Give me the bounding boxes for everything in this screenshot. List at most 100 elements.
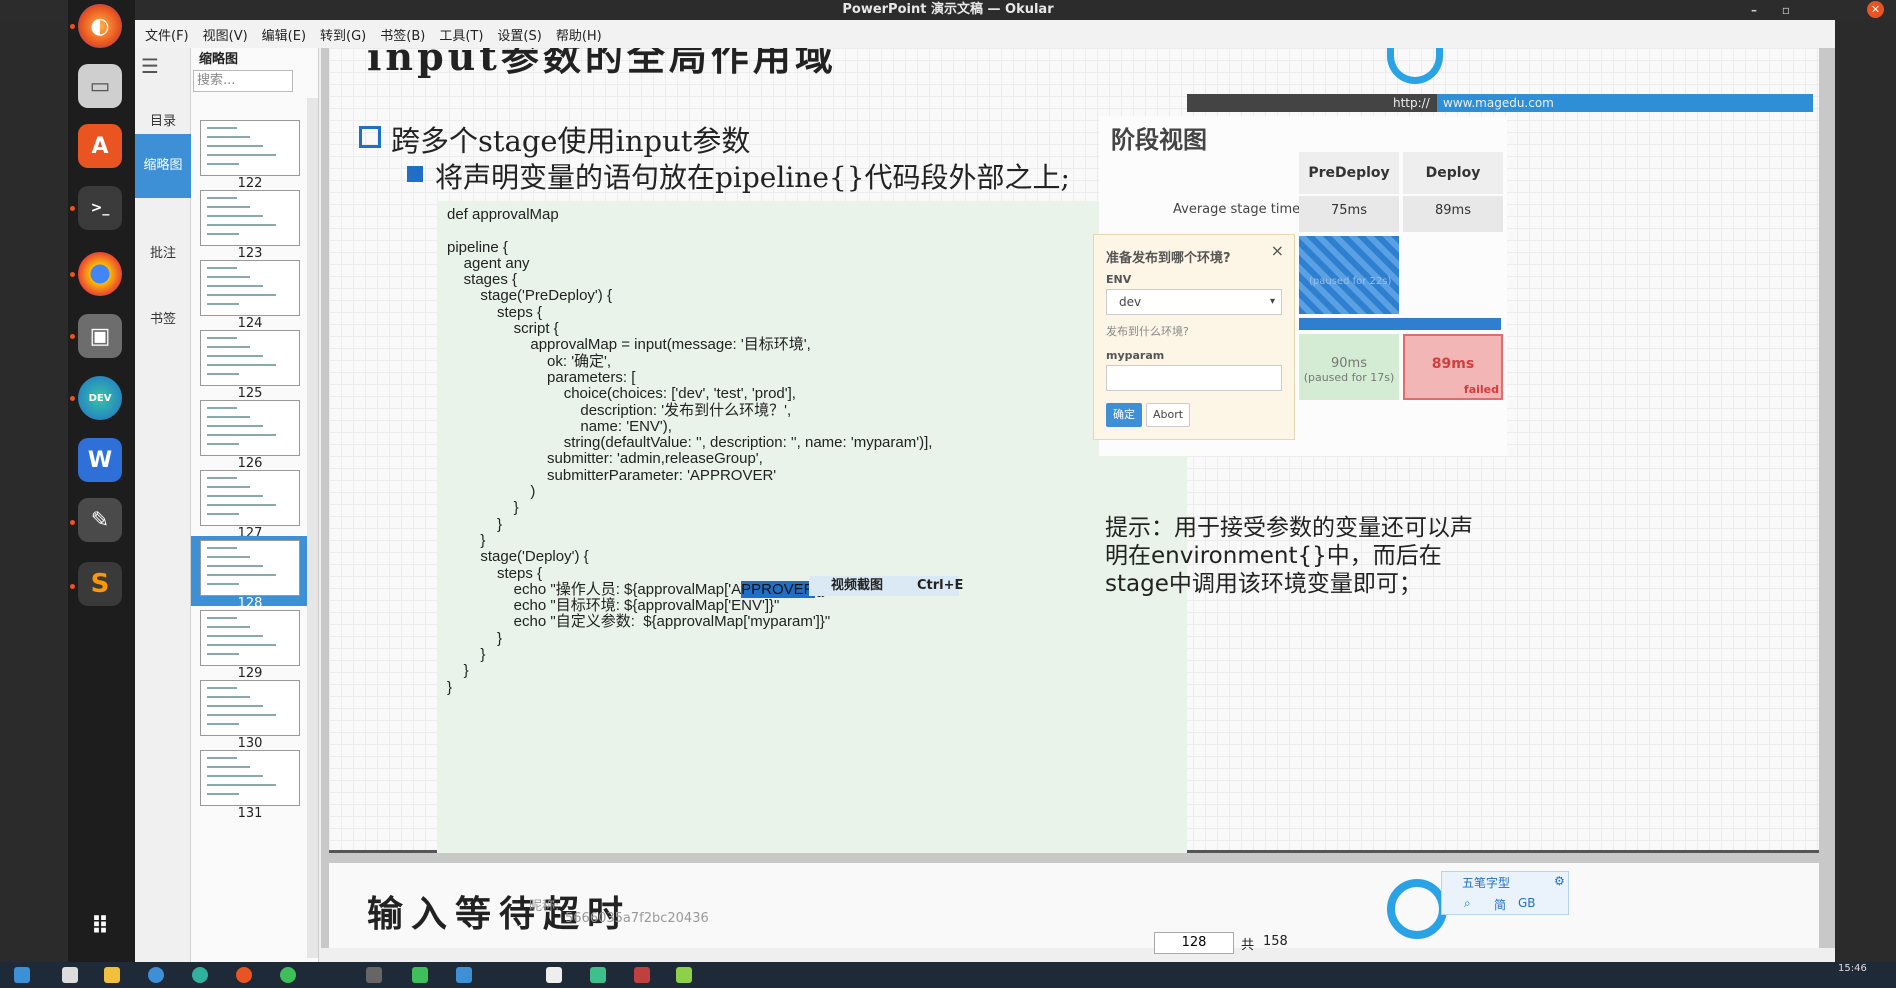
ime-gb[interactable]: GB	[1518, 896, 1536, 910]
taskbar-app-icon[interactable]	[676, 967, 692, 983]
menu-view[interactable]: 视图(V)	[203, 25, 248, 44]
dialog-close-icon[interactable]: ×	[1271, 241, 1284, 260]
taskbar-app-icon[interactable]	[456, 967, 472, 983]
app-grid-icon[interactable]: ⠿	[78, 904, 122, 948]
selected-text: PPROVER	[741, 580, 815, 598]
tooltip-video-screenshot[interactable]: 视频截图 Ctrl+E	[809, 576, 963, 596]
logo-url: http://	[1393, 96, 1430, 110]
ime-toolbar[interactable]: 五笔字型 ⚙ ⌕ 简 GB	[1441, 871, 1569, 915]
close-button[interactable]: ✕	[1867, 1, 1884, 18]
taskbar-app-icon[interactable]	[412, 967, 428, 983]
code-line: echo "自定义参数: ${approvalMap['myparam']}"	[447, 613, 831, 631]
taskbar-app-icon[interactable]	[546, 967, 562, 983]
hamburger-icon[interactable]: ☰	[141, 54, 159, 78]
code-block: def approvalMap pipeline { agent any stag…	[437, 201, 1187, 853]
ok-button[interactable]: 确定	[1106, 403, 1142, 427]
running-indicator	[70, 584, 75, 589]
clock: 15:46	[1838, 963, 1867, 974]
taskbar-app-icon[interactable]	[192, 967, 208, 983]
slide-128: input参数的全局作用域 http:// www.magedu.com 跨多个…	[329, 48, 1819, 853]
chrome-icon[interactable]	[78, 252, 122, 296]
menu-file[interactable]: 文件(F)	[145, 25, 189, 44]
document-viewer[interactable]: input参数的全局作用域 http:// www.magedu.com 跨多个…	[321, 48, 1835, 948]
taskbar-app-icon[interactable]	[366, 967, 382, 983]
thumbnail-page-124[interactable]: 124	[191, 256, 309, 331]
gear-icon[interactable]: ⚙	[1554, 874, 1565, 888]
running-indicator	[70, 334, 75, 339]
abort-button[interactable]: Abort	[1146, 403, 1190, 427]
thumbnail-page-130[interactable]: 130	[191, 676, 309, 751]
code-line: pipeline {	[447, 238, 508, 256]
software-store-icon[interactable]: A	[78, 124, 122, 168]
code-line: script {	[447, 320, 559, 338]
firefox-icon[interactable]: ◐	[78, 4, 122, 48]
thumbnail-page-129[interactable]: 129	[191, 606, 309, 681]
myparam-label: myparam	[1106, 349, 1165, 362]
maximize-button[interactable]: ▫	[1774, 0, 1798, 20]
taskbar-app-icon[interactable]	[62, 967, 78, 983]
bullet-square-filled-icon	[407, 166, 423, 182]
thumbnail-page-number: 131	[237, 806, 263, 821]
terminal-icon[interactable]: >_	[78, 186, 122, 230]
tab-contents[interactable]: 目录	[135, 110, 191, 129]
thumbnail-page-123[interactable]: 123	[191, 186, 309, 261]
minimize-button[interactable]: –	[1742, 0, 1766, 20]
taskbar-app-icon[interactable]	[634, 967, 650, 983]
thumb-search-input[interactable]: 搜索...	[193, 70, 293, 92]
code-line: approvalMap = input(message: '目标环境',	[447, 336, 811, 354]
code-line: ok: '确定',	[447, 352, 612, 370]
thumbnail-image	[200, 610, 300, 666]
taskbar-app-icon[interactable]	[148, 967, 164, 983]
wps-icon[interactable]: W	[78, 438, 122, 482]
stage-col-predeploy: PreDeploy	[1299, 152, 1399, 194]
tab-annotations[interactable]: 批注	[135, 242, 191, 261]
taskbar-app-icon[interactable]	[280, 967, 296, 983]
code-line: }	[447, 629, 503, 647]
tab-bookmarks[interactable]: 书签	[135, 308, 191, 327]
input-dialog: 准备发布到哪个环境? × ENV dev ▾ 发布到什么环境? myparam …	[1093, 234, 1295, 440]
tab-thumbnails[interactable]: 缩略图	[135, 134, 191, 198]
thumbnail-page-127[interactable]: 127	[191, 466, 309, 541]
running-indicator	[70, 24, 75, 29]
menubar: 文件(F) 视图(V) 编辑(E) 转到(G) 书签(B) 工具(T) 设置(S…	[135, 20, 1835, 48]
code-line: }	[447, 678, 453, 696]
env-select[interactable]: dev ▾	[1106, 289, 1282, 315]
panel-title: 缩略图	[199, 52, 239, 67]
files-icon[interactable]: ▭	[78, 64, 122, 108]
avg-deploy: 89ms	[1403, 196, 1503, 232]
bullet-2: 将声明变量的语句放在pipeline{}代码段外部之上;	[435, 161, 1070, 194]
edge-dev-icon[interactable]: DEV	[78, 376, 122, 420]
search-icon[interactable]: ⌕	[1464, 896, 1471, 911]
folder-icon[interactable]	[104, 967, 120, 983]
running-indicator	[70, 396, 75, 401]
menu-bookmarks[interactable]: 书签(B)	[380, 25, 425, 44]
menu-edit[interactable]: 编辑(E)	[262, 25, 306, 44]
start-icon[interactable]	[14, 967, 30, 983]
thumbnail-page-126[interactable]: 126	[191, 396, 309, 471]
thumbnail-page-131[interactable]: 131	[191, 746, 309, 821]
okular-icon[interactable]: ✎	[78, 498, 122, 542]
thumbnail-page-122[interactable]: 122	[191, 116, 309, 191]
myparam-input[interactable]	[1106, 365, 1282, 391]
code-line: description: '发布到什么环境？',	[447, 401, 792, 419]
thumbnail-page-128[interactable]: 128	[191, 536, 309, 611]
thumbnail-page-125[interactable]: 125	[191, 326, 309, 401]
menu-go[interactable]: 转到(G)	[320, 25, 366, 44]
running-indicator	[70, 520, 75, 525]
thumb-scrollbar[interactable]	[307, 98, 318, 958]
code-line: stage('Deploy') {	[447, 548, 589, 566]
screenshot-icon[interactable]: ▣	[78, 314, 122, 358]
thumbnail-image	[200, 750, 300, 806]
logo-bar: http:// www.magedu.com	[1187, 94, 1813, 112]
menu-help[interactable]: 帮助(H)	[556, 25, 602, 44]
menu-settings[interactable]: 设置(S)	[497, 25, 541, 44]
code-line: choice(choices: ['dev', 'test', 'prod'],	[447, 385, 796, 403]
taskbar-app-icon[interactable]	[236, 967, 252, 983]
menu-tools[interactable]: 工具(T)	[439, 25, 483, 44]
code-line: string(defaultValue: '', description: ''…	[447, 434, 933, 452]
code-line: parameters: [	[447, 368, 636, 386]
sublime-icon[interactable]: S	[78, 562, 122, 606]
page-number-input[interactable]: 128	[1154, 932, 1234, 954]
ime-simplified[interactable]: 简	[1494, 896, 1506, 913]
taskbar-app-icon[interactable]	[590, 967, 606, 983]
